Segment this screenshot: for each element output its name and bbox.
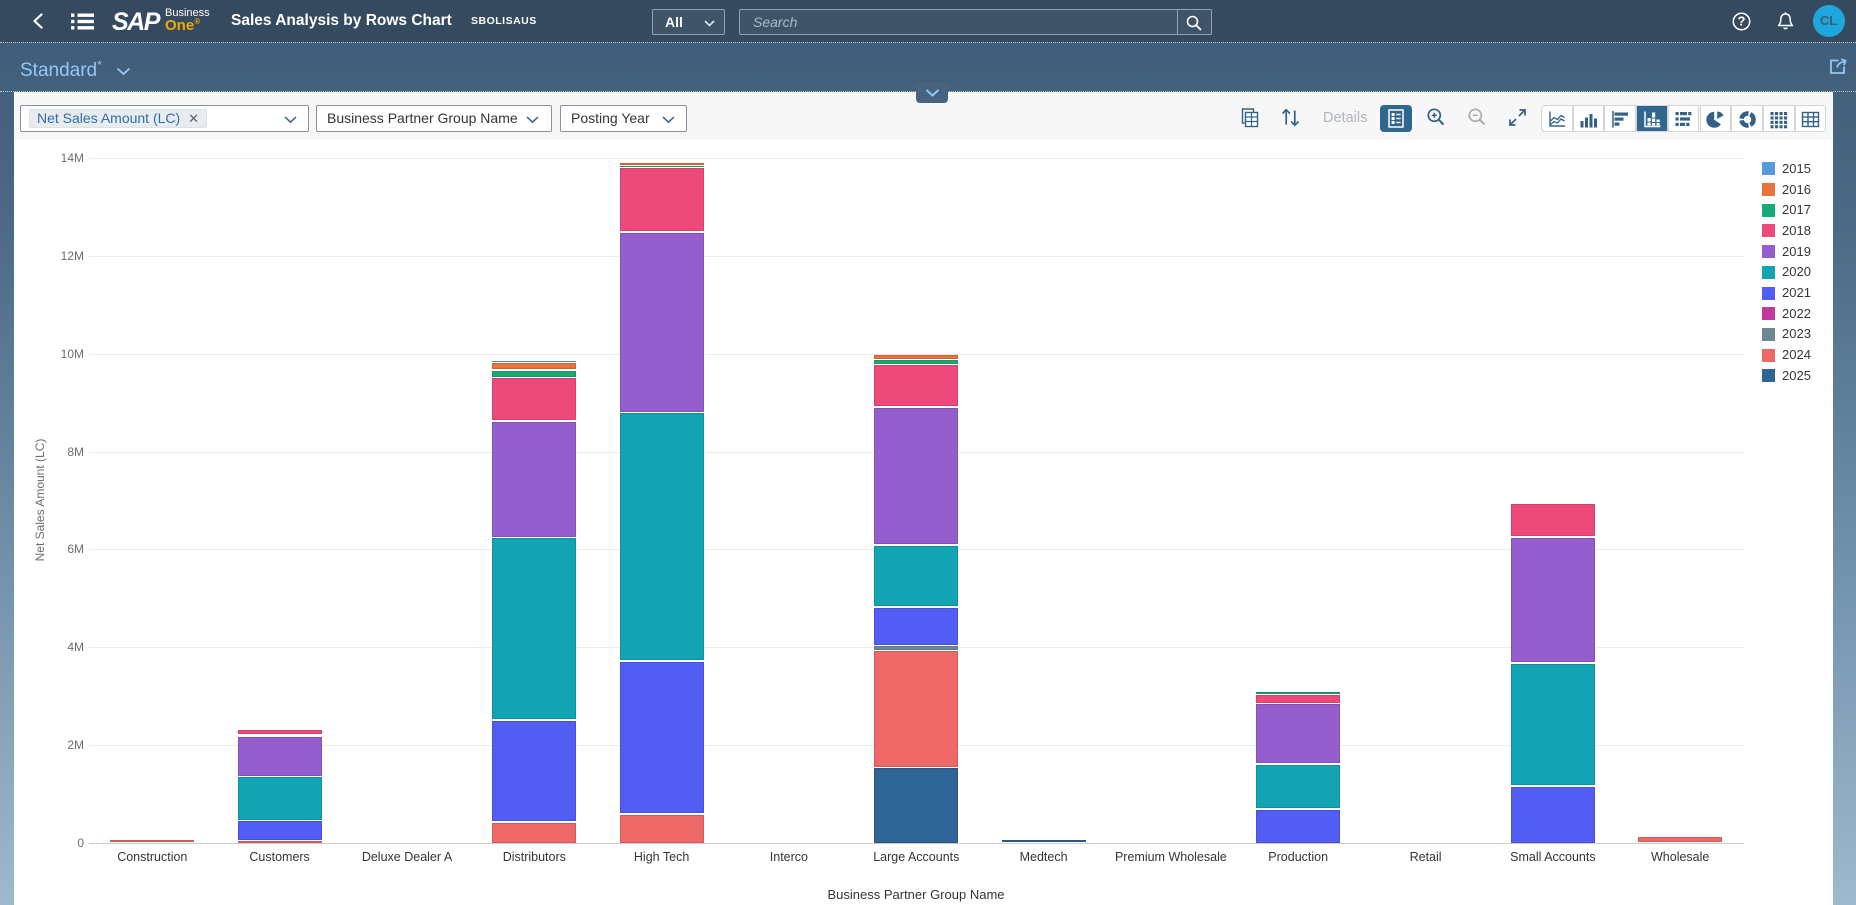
svg-text:?: ? <box>1738 13 1746 28</box>
